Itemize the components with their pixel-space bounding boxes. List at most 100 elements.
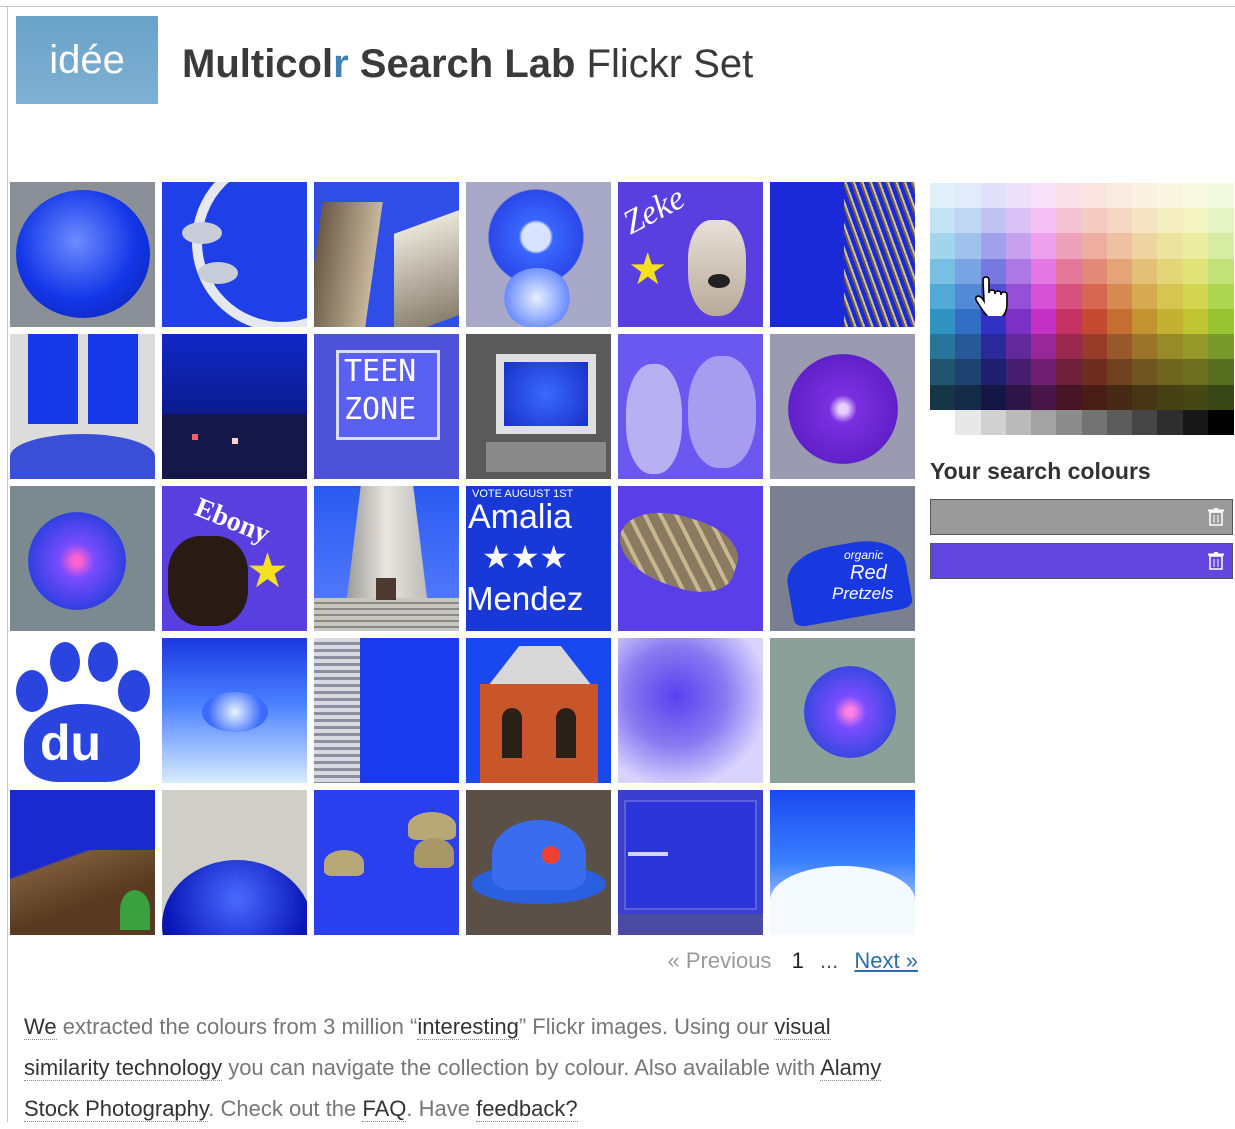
palette-grey-swatch[interactable] (1207, 409, 1234, 435)
palette-swatch[interactable] (1031, 334, 1057, 360)
thumbnail-morning-glory-leaves[interactable] (770, 638, 915, 783)
palette-swatch[interactable] (980, 334, 1007, 360)
palette-swatch[interactable] (930, 334, 956, 360)
palette-swatch[interactable] (1031, 283, 1057, 310)
palette-swatch[interactable] (1132, 384, 1158, 411)
palette-swatch[interactable] (1081, 208, 1108, 234)
thumbnail-building-corner[interactable] (314, 182, 459, 327)
palette-swatch[interactable] (930, 359, 956, 386)
thumbnail-bsod-screen[interactable] (618, 790, 763, 935)
palette-swatch[interactable] (1005, 384, 1032, 411)
idee-logo[interactable]: idée (16, 16, 158, 104)
palette-swatch[interactable] (1056, 233, 1082, 260)
palette-swatch[interactable] (955, 208, 981, 234)
palette-swatch[interactable] (1182, 258, 1209, 285)
thumbnail-blue-hat[interactable] (466, 790, 611, 935)
palette-swatch[interactable] (1207, 183, 1234, 209)
thumbnail-blue-bowl[interactable] (770, 790, 915, 935)
palette-swatch[interactable] (1157, 283, 1183, 310)
palette-swatch[interactable] (1157, 384, 1183, 411)
palette-swatch[interactable] (1005, 233, 1032, 260)
palette-swatch[interactable] (1005, 183, 1032, 209)
palette-swatch[interactable] (930, 283, 956, 310)
palette-swatch[interactable] (1056, 359, 1082, 386)
palette-swatch[interactable] (980, 384, 1007, 411)
we-link[interactable]: We (24, 1014, 57, 1040)
thumbnail-zeke-dog[interactable]: Zeke ★ (618, 182, 763, 327)
palette-swatch[interactable] (1081, 309, 1108, 335)
palette-swatch[interactable] (1005, 334, 1032, 360)
palette-swatch[interactable] (930, 309, 956, 335)
palette-swatch[interactable] (1182, 208, 1209, 234)
palette-swatch[interactable] (1182, 359, 1209, 386)
palette-grey-swatch[interactable] (1157, 409, 1183, 435)
palette-swatch[interactable] (1031, 384, 1057, 411)
palette-swatch[interactable] (1132, 359, 1158, 386)
thumbnail-baidu-paw[interactable]: du (10, 638, 155, 783)
palette-grey-swatch[interactable] (1132, 409, 1158, 435)
thumbnail-ebony-dog[interactable]: Ebony ★ (162, 486, 307, 631)
palette-swatch[interactable] (1106, 309, 1133, 335)
palette-grey-swatch[interactable] (1182, 409, 1209, 435)
palette-swatch[interactable] (1207, 233, 1234, 260)
palette-swatch[interactable] (1031, 258, 1057, 285)
palette-swatch[interactable] (1106, 359, 1133, 386)
palette-swatch[interactable] (1031, 233, 1057, 260)
palette-swatch[interactable] (1157, 183, 1183, 209)
thumbnail-purple-petunia[interactable] (770, 334, 915, 479)
palette-swatch[interactable] (1005, 208, 1032, 234)
thumbnail-amalia-mendez[interactable]: VOTE AUGUST 1ST Amalia ★★★ Mendez (466, 486, 611, 631)
palette-swatch[interactable] (1005, 258, 1032, 285)
palette-swatch[interactable] (1081, 283, 1108, 310)
thumbnail-ferris-wheel[interactable] (162, 182, 307, 327)
palette-swatch[interactable] (930, 183, 956, 209)
thumbnail-water-drop[interactable] (162, 638, 307, 783)
palette-grey-swatch[interactable] (930, 409, 956, 435)
palette-swatch[interactable] (1031, 309, 1057, 335)
palette-swatch[interactable] (1132, 258, 1158, 285)
palette-swatch[interactable] (1182, 309, 1209, 335)
next-link[interactable]: Next » (854, 948, 918, 973)
palette-swatch[interactable] (1106, 384, 1133, 411)
palette-swatch[interactable] (1207, 283, 1234, 310)
palette-swatch[interactable] (1182, 283, 1209, 310)
palette-grey-swatch[interactable] (955, 409, 981, 435)
palette-swatch[interactable] (1005, 359, 1032, 386)
palette-swatch[interactable] (1132, 309, 1158, 335)
thumbnail-monument[interactable] (314, 486, 459, 631)
palette-swatch[interactable] (1106, 283, 1133, 310)
search-colour-purple[interactable] (930, 543, 1233, 579)
thumbnail-jellyfish[interactable] (314, 790, 459, 935)
palette-swatch[interactable] (1056, 258, 1082, 285)
palette-swatch[interactable] (980, 208, 1007, 234)
thumbnail-purple-flower-closeup[interactable] (618, 638, 763, 783)
palette-swatch[interactable] (980, 233, 1007, 260)
palette-swatch[interactable] (1157, 233, 1183, 260)
palette-swatch[interactable] (1157, 258, 1183, 285)
palette-swatch[interactable] (1207, 334, 1234, 360)
interesting-link[interactable]: interesting (417, 1014, 519, 1040)
palette-swatch[interactable] (1081, 384, 1108, 411)
trash-icon[interactable] (1208, 508, 1224, 526)
palette-swatch[interactable] (930, 384, 956, 411)
palette-swatch[interactable] (1031, 359, 1057, 386)
palette-swatch[interactable] (1182, 384, 1209, 411)
palette-swatch[interactable] (1056, 183, 1082, 209)
palette-swatch[interactable] (1081, 359, 1108, 386)
thumbnail-two-faces[interactable] (618, 334, 763, 479)
palette-swatch[interactable] (1157, 309, 1183, 335)
palette-swatch[interactable] (1056, 384, 1082, 411)
palette-swatch[interactable] (1207, 359, 1234, 386)
palette-swatch[interactable] (930, 233, 956, 260)
thumbnail-blue-plate[interactable] (10, 182, 155, 327)
palette-swatch[interactable] (930, 208, 956, 234)
palette-swatch[interactable] (1182, 233, 1209, 260)
palette-swatch[interactable] (980, 359, 1007, 386)
thumbnail-skyscraper[interactable] (314, 638, 459, 783)
palette-swatch[interactable] (955, 359, 981, 386)
thumbnail-morning-glory[interactable] (10, 486, 155, 631)
palette-swatch[interactable] (1081, 183, 1108, 209)
palette-swatch[interactable] (1106, 208, 1133, 234)
palette-swatch[interactable] (1132, 233, 1158, 260)
palette-swatch[interactable] (1106, 233, 1133, 260)
